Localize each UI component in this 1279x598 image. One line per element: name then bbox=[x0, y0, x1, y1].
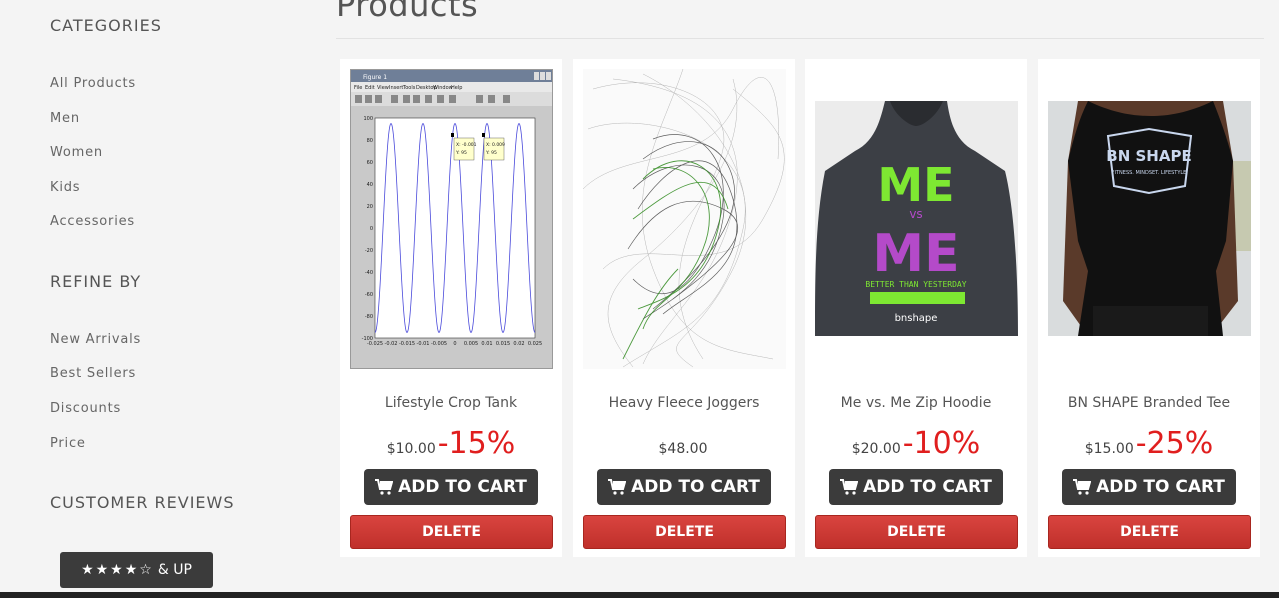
product-discount: -10% bbox=[902, 426, 981, 461]
product-name[interactable]: Me vs. Me Zip Hoodie bbox=[805, 395, 1027, 411]
categories-heading: CATEGORIES bbox=[50, 16, 162, 35]
hoodie-vs: vs bbox=[909, 207, 922, 221]
figure-ytick: 60 bbox=[367, 160, 373, 166]
figure-ytick: -40 bbox=[365, 270, 373, 276]
product-card: ME vs ME BETTER THAN YESTERDAY bnshape M… bbox=[805, 59, 1027, 557]
add-to-cart-button[interactable]: ADD TO CART bbox=[829, 469, 1003, 505]
cart-icon bbox=[1073, 479, 1092, 495]
category-men[interactable]: Men bbox=[50, 111, 80, 126]
tooltip1-x: X: -0.001 bbox=[456, 142, 477, 148]
add-to-cart-label: ADD TO CART bbox=[398, 477, 527, 497]
delete-button[interactable]: DELETE bbox=[350, 515, 553, 549]
figure-xtick: 0.01 bbox=[481, 341, 492, 347]
price-row: $48.00 bbox=[573, 423, 795, 463]
delete-button[interactable]: DELETE bbox=[815, 515, 1018, 549]
figure-ytick: 80 bbox=[367, 138, 373, 144]
product-image[interactable] bbox=[583, 69, 786, 369]
bottom-edge bbox=[0, 592, 1279, 598]
figure-xtick: 0.025 bbox=[528, 341, 542, 347]
add-to-cart-button[interactable]: ADD TO CART bbox=[1062, 469, 1236, 505]
category-all-products[interactable]: All Products bbox=[50, 76, 136, 91]
hoodie-brand: bnshape bbox=[895, 313, 938, 324]
product-card: Figure 1 File Edit View Insert Tools Des… bbox=[340, 59, 562, 557]
tooltip2-y: Y: 95 bbox=[485, 150, 497, 156]
figure-xtick: -0.02 bbox=[385, 341, 398, 347]
cart-icon bbox=[375, 479, 394, 495]
product-price: $20.00 bbox=[851, 441, 901, 457]
tee-logo-bottom: FITNESS. MINDSET. LIFESTYLE bbox=[1112, 170, 1187, 176]
customer-reviews-heading: CUSTOMER REVIEWS bbox=[50, 493, 235, 512]
figure-ytick: 0 bbox=[370, 226, 373, 232]
product-price: $10.00 bbox=[386, 441, 436, 457]
hoodie-me-bottom: ME bbox=[872, 224, 959, 284]
figure-title: Figure 1 bbox=[363, 74, 387, 81]
sidebar: CATEGORIES All Products Men Women Kids A… bbox=[0, 0, 320, 598]
product-discount: -25% bbox=[1135, 426, 1214, 461]
product-image[interactable]: ME vs ME BETTER THAN YESTERDAY bnshape bbox=[815, 101, 1018, 336]
product-price: $15.00 bbox=[1084, 441, 1134, 457]
product-name[interactable]: Lifestyle Crop Tank bbox=[340, 395, 562, 411]
figure-xtick: -0.015 bbox=[399, 341, 415, 347]
tooltip1-y: Y: 95 bbox=[455, 150, 467, 156]
figure-xtick: 0.005 bbox=[464, 341, 478, 347]
delete-button[interactable]: DELETE bbox=[583, 515, 786, 549]
refine-discounts[interactable]: Discounts bbox=[50, 401, 121, 416]
figure-ytick: -60 bbox=[365, 292, 373, 298]
figure-xtick: 0.02 bbox=[513, 341, 524, 347]
product-card: Heavy Fleece Joggers $48.00 ADD TO CART … bbox=[573, 59, 795, 557]
tooltip2-x: X: 0.009 bbox=[486, 142, 505, 148]
figure-menu-view: View bbox=[377, 85, 389, 91]
figure-xtick: 0.015 bbox=[496, 341, 510, 347]
title-divider bbox=[336, 38, 1264, 39]
add-to-cart-label: ADD TO CART bbox=[631, 477, 760, 497]
product-name[interactable]: Heavy Fleece Joggers bbox=[573, 395, 795, 411]
add-to-cart-label: ADD TO CART bbox=[1096, 477, 1225, 497]
figure-menu-window: Window bbox=[433, 85, 453, 91]
product-discount: -15% bbox=[437, 426, 516, 461]
price-row: $20.00 -10% bbox=[805, 423, 1027, 463]
category-kids[interactable]: Kids bbox=[50, 180, 80, 195]
refine-price[interactable]: Price bbox=[50, 436, 86, 451]
tee-logo-top: BN SHAPE bbox=[1106, 147, 1191, 165]
figure-ytick: 40 bbox=[367, 182, 373, 188]
delete-button[interactable]: DELETE bbox=[1048, 515, 1251, 549]
figure-menu-tools: Tools bbox=[402, 85, 416, 91]
figure-ytick: 20 bbox=[367, 204, 373, 210]
figure-xtick: -0.025 bbox=[367, 341, 383, 347]
figure-menu-file: File bbox=[354, 85, 362, 91]
figure-ytick: 100 bbox=[363, 116, 373, 122]
figure-menu-insert: Insert bbox=[389, 85, 403, 91]
rating-stars-icon: ★★★★☆ bbox=[81, 562, 154, 578]
rating-filter-button[interactable]: ★★★★☆ & UP bbox=[60, 552, 213, 588]
rating-suffix: & UP bbox=[157, 562, 192, 578]
figure-xtick: -0.01 bbox=[417, 341, 430, 347]
price-row: $10.00 -15% bbox=[340, 423, 562, 463]
hoodie-banner: BETTER THAN YESTERDAY bbox=[865, 280, 966, 289]
figure-menu-help: Help bbox=[451, 85, 462, 91]
add-to-cart-button[interactable]: ADD TO CART bbox=[364, 469, 538, 505]
page-title: Products bbox=[336, 0, 479, 24]
refine-new-arrivals[interactable]: New Arrivals bbox=[50, 332, 141, 347]
category-accessories[interactable]: Accessories bbox=[50, 214, 135, 229]
refine-heading: REFINE BY bbox=[50, 272, 142, 291]
hoodie-me-top: ME bbox=[877, 158, 954, 212]
product-price: $48.00 bbox=[658, 441, 708, 457]
figure-xtick: 0 bbox=[453, 341, 456, 347]
refine-best-sellers[interactable]: Best Sellers bbox=[50, 366, 136, 381]
figure-ytick: -80 bbox=[365, 314, 373, 320]
cart-icon bbox=[608, 479, 627, 495]
product-image[interactable]: BN SHAPE FITNESS. MINDSET. LIFESTYLE bbox=[1048, 101, 1251, 336]
cart-icon bbox=[840, 479, 859, 495]
product-card: BN SHAPE FITNESS. MINDSET. LIFESTYLE BN … bbox=[1038, 59, 1260, 557]
price-row: $15.00 -25% bbox=[1038, 423, 1260, 463]
category-women[interactable]: Women bbox=[50, 145, 103, 160]
figure-xtick: -0.005 bbox=[431, 341, 447, 347]
add-to-cart-label: ADD TO CART bbox=[863, 477, 992, 497]
product-name[interactable]: BN SHAPE Branded Tee bbox=[1038, 395, 1260, 411]
product-image[interactable]: Figure 1 File Edit View Insert Tools Des… bbox=[350, 69, 553, 369]
figure-menu-edit: Edit bbox=[365, 85, 375, 91]
figure-ytick: -20 bbox=[365, 248, 373, 254]
add-to-cart-button[interactable]: ADD TO CART bbox=[597, 469, 771, 505]
